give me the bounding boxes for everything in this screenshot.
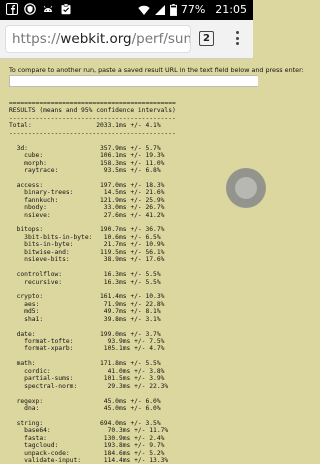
compare-instructions: To compare to another run, paste a saved… <box>9 66 304 74</box>
results-line: cordic: 41.0ms +/- 3.8% <box>9 367 165 375</box>
results-line: spectral-norm: 29.3ms +/- 22.3% <box>9 382 169 390</box>
results-line: RESULTS (means and 95% confidence interv… <box>9 107 176 115</box>
url-bar[interactable]: https://webkit.org/perf/sunspider-1.0.2/… <box>6 26 190 52</box>
results-line: cube: 106.1ms +/- 19.3% <box>9 152 165 160</box>
results-output: ========================================… <box>9 100 176 464</box>
results-line <box>9 264 176 271</box>
results-line <box>9 390 176 397</box>
results-line: bitops: 190.7ms +/- 36.7% <box>9 226 165 234</box>
results-line: ----------------------------------------… <box>9 114 176 122</box>
results-line: base64: 70.3ms +/- 11.7% <box>9 427 169 435</box>
tab-switcher-button[interactable]: 2 <box>199 31 214 46</box>
results-line: validate-input: 114.4ms +/- 13.3% <box>9 457 169 464</box>
url-host: webkit.org <box>60 31 132 47</box>
results-line: partial-sums: 101.5ms +/- 3.9% <box>9 375 165 383</box>
battery-icon <box>169 4 177 16</box>
results-line <box>9 323 176 330</box>
results-line: 3d: 357.9ms +/- 5.7% <box>9 144 161 152</box>
overflow-menu-icon[interactable] <box>233 31 241 47</box>
results-line <box>9 353 176 360</box>
results-line: nsieve-bits: 38.9ms +/- 17.6% <box>9 256 165 264</box>
results-line: controlflow: 16.3ms +/- 5.5% <box>9 271 161 279</box>
results-line: date: 199.0ms +/- 3.7% <box>9 330 161 338</box>
clock: 21:05 <box>215 3 247 16</box>
results-line: format-xparb: 105.1ms +/- 4.7% <box>9 345 165 353</box>
wifi-icon <box>138 5 150 15</box>
results-line: md5: 49.7ms +/- 8.1% <box>9 308 161 316</box>
results-line: dna: 45.0ms +/- 6.0% <box>9 404 161 412</box>
notification-icons <box>6 3 72 15</box>
results-line: nbody: 33.0ms +/- 26.7% <box>9 204 165 212</box>
results-line: math: 171.8ms +/- 5.5% <box>9 360 161 368</box>
results-line: unpack-code: 184.6ms +/- 5.2% <box>9 449 165 457</box>
results-line: fannkuch: 121.9ms +/- 25.9% <box>9 196 165 204</box>
results-line: ========================================… <box>9 100 176 107</box>
results-line: tagcloud: 193.8ms +/- 9.7% <box>9 442 165 450</box>
status-bar: 77% 21:05 <box>0 0 253 20</box>
vpn-shield-icon <box>24 3 36 15</box>
results-line: access: 197.0ms +/- 18.3% <box>9 181 165 189</box>
results-line: morph: 158.3ms +/- 11.0% <box>9 159 165 167</box>
cell-signal-icon <box>154 5 165 15</box>
system-icons: 77% 21:05 <box>138 3 247 17</box>
results-line: crypto: 161.4ms +/- 10.3% <box>9 293 165 301</box>
results-line: binary-trees: 14.5ms +/- 21.6% <box>9 189 165 197</box>
battery-percent: 77% <box>180 3 206 16</box>
results-line: string: 694.0ms +/- 3.5% <box>9 419 161 427</box>
results-line: fasta: 130.9ms +/- 2.4% <box>9 434 165 442</box>
results-line <box>9 219 176 226</box>
results-line: bitwise-and: 119.5ms +/- 56.1% <box>9 248 165 256</box>
url-scheme: https:// <box>12 31 61 47</box>
fast-scroll-handle[interactable] <box>226 168 266 208</box>
browser-toolbar: https://webkit.org/perf/sunspider-1.0.2/… <box>0 20 253 59</box>
results-line <box>9 286 176 293</box>
results-line <box>9 412 176 419</box>
results-line: Total: 2033.1ms +/- 4.1% <box>9 122 161 130</box>
page-content: To compare to another run, paste a saved… <box>0 58 304 464</box>
results-line: raytrace: 93.5ms +/- 6.8% <box>9 166 161 174</box>
android-head-icon <box>43 5 53 12</box>
url-path: /perf/sunspider-1.0.2/sunspider-1.0.2/re… <box>131 31 190 47</box>
results-line <box>9 174 176 181</box>
results-line: sha1: 39.8ms +/- 3.1% <box>9 315 161 323</box>
results-line: aes: 71.9ms +/- 22.8% <box>9 300 165 308</box>
result-url-input[interactable] <box>9 75 258 87</box>
results-line: recursive: 16.3ms +/- 5.5% <box>9 278 161 286</box>
results-line: format-tofte: 93.9ms +/- 7.5% <box>9 338 165 345</box>
results-line: bits-in-byte: 21.7ms +/- 10.9% <box>9 241 165 249</box>
results-line: ----------------------------------------… <box>9 129 176 137</box>
task-check-icon <box>61 3 71 15</box>
results-line: 3bit-bits-in-byte: 10.6ms +/- 6.5% <box>9 233 161 241</box>
results-line: nsieve: 27.6ms +/- 41.2% <box>9 211 165 219</box>
facebook-icon <box>6 3 18 15</box>
results-line <box>9 137 176 144</box>
results-line: regexp: 45.0ms +/- 6.0% <box>9 397 161 405</box>
